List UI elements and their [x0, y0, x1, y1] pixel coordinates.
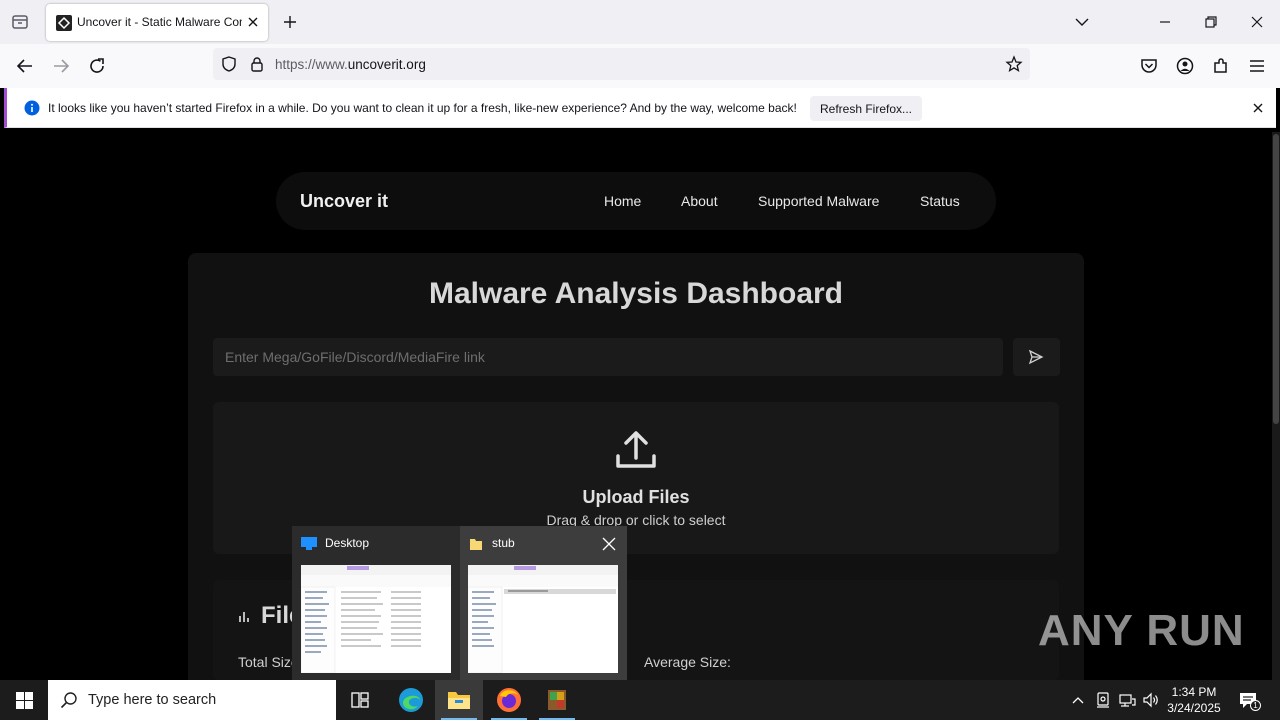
application-icon — [547, 689, 567, 711]
site-favicon-icon — [56, 15, 72, 31]
show-hidden-icons-chevron-icon[interactable] — [1070, 692, 1086, 708]
site-brand[interactable]: Uncover it — [300, 191, 388, 212]
tab-bar: Uncover it - Static Malware Con — [0, 0, 1280, 44]
taskbar-edge[interactable] — [387, 680, 435, 720]
close-window-icon[interactable] — [1247, 12, 1267, 32]
minimize-icon[interactable] — [1155, 12, 1175, 32]
preview-desktop-label: Desktop — [325, 536, 370, 550]
url-text: https://www.uncoverit.org — [275, 57, 426, 72]
url-domain: uncoverit.org — [347, 57, 426, 72]
preview-desktop-thumbnail — [301, 565, 451, 673]
restore-icon[interactable] — [1201, 12, 1221, 32]
preview-stub-label: stub — [492, 536, 515, 550]
windows-taskbar: Type here to search 1:34 PM 3/24/2025 1 — [0, 680, 1280, 720]
list-all-tabs-icon[interactable] — [10, 12, 30, 32]
bar-chart-icon — [237, 609, 251, 623]
total-size-label: Total Size — [238, 654, 299, 670]
taskbar-thumbnail-preview: Desktop stub — [292, 526, 627, 680]
task-view-icon — [350, 691, 370, 709]
back-icon[interactable] — [14, 55, 36, 77]
search-placeholder: Type here to search — [88, 692, 217, 708]
menu-icon[interactable] — [1246, 55, 1268, 77]
folder-icon — [469, 536, 483, 551]
taskbar-search-box[interactable]: Type here to search — [48, 680, 336, 720]
reload-icon[interactable] — [86, 55, 108, 77]
dashboard-title: Malware Analysis Dashboard — [428, 277, 844, 310]
windows-logo-icon — [16, 692, 33, 709]
pocket-icon[interactable] — [1138, 55, 1160, 77]
volume-icon[interactable] — [1142, 691, 1160, 709]
taskbar-app-stub[interactable] — [533, 680, 581, 720]
submit-link-button[interactable] — [1013, 338, 1060, 376]
notification-count-badge: 1 — [1250, 700, 1261, 711]
tab-title: Uncover it - Static Malware Con — [77, 15, 242, 29]
clock-time: 1:34 PM — [1171, 685, 1217, 699]
nav-supported-malware[interactable]: Supported Malware — [758, 193, 879, 209]
action-center-button[interactable]: 1 — [1238, 690, 1261, 712]
system-clock[interactable]: 1:34 PM 3/24/2025 — [1164, 684, 1224, 716]
task-view-button[interactable] — [336, 680, 384, 720]
scrollbar-thumb[interactable] — [1273, 134, 1279, 424]
nav-home[interactable]: Home — [604, 193, 641, 209]
lock-icon[interactable] — [248, 55, 266, 73]
bookmark-star-icon[interactable] — [1005, 55, 1023, 73]
desktop-icon — [301, 537, 317, 550]
forward-icon[interactable] — [50, 55, 72, 77]
anyrun-watermark: ANY RUN — [1038, 606, 1245, 655]
firefox-refresh-notification: It looks like you haven’t started Firefo… — [4, 88, 1276, 128]
nav-status[interactable]: Status — [920, 193, 960, 209]
send-icon — [1028, 349, 1044, 365]
nav-about[interactable]: About — [681, 193, 718, 209]
average-size-label: Average Size: — [644, 654, 731, 670]
shield-icon[interactable] — [220, 55, 238, 73]
site-navbar: Uncover it Home About Supported Malware … — [276, 172, 996, 230]
search-icon — [60, 691, 78, 709]
upload-icon — [614, 428, 658, 472]
preview-stub-thumbnail — [468, 565, 618, 673]
device-icon[interactable] — [1094, 691, 1112, 709]
refresh-firefox-button[interactable]: Refresh Firefox... — [810, 96, 922, 121]
close-preview-icon[interactable] — [601, 536, 617, 552]
clock-date: 3/24/2025 — [1167, 701, 1221, 715]
tab-list-chevron-icon[interactable] — [1072, 12, 1092, 32]
tab-uncoverit[interactable]: Uncover it - Static Malware Con — [46, 4, 268, 41]
file-explorer-icon — [447, 689, 471, 711]
taskbar-firefox[interactable] — [485, 680, 533, 720]
url-bar[interactable]: https://www.uncoverit.org — [213, 48, 1030, 80]
link-input[interactable] — [213, 338, 1003, 376]
preview-desktop[interactable]: Desktop — [292, 526, 459, 680]
close-notification-icon[interactable] — [1250, 100, 1266, 116]
extensions-icon[interactable] — [1210, 55, 1232, 77]
firefox-icon — [496, 687, 522, 713]
url-prefix: https://www. — [275, 57, 348, 72]
account-icon[interactable] — [1174, 55, 1196, 77]
preview-stub[interactable]: stub — [460, 526, 627, 680]
new-tab-icon[interactable] — [280, 12, 300, 32]
network-icon[interactable] — [1118, 691, 1136, 709]
notification-message: It looks like you haven’t started Firefo… — [48, 101, 797, 115]
info-icon — [24, 100, 40, 116]
start-button[interactable] — [0, 680, 48, 720]
edge-icon — [398, 687, 424, 713]
close-tab-icon[interactable] — [245, 14, 261, 30]
taskbar-file-explorer[interactable] — [435, 680, 483, 720]
upload-title: Upload Files — [582, 487, 690, 507]
